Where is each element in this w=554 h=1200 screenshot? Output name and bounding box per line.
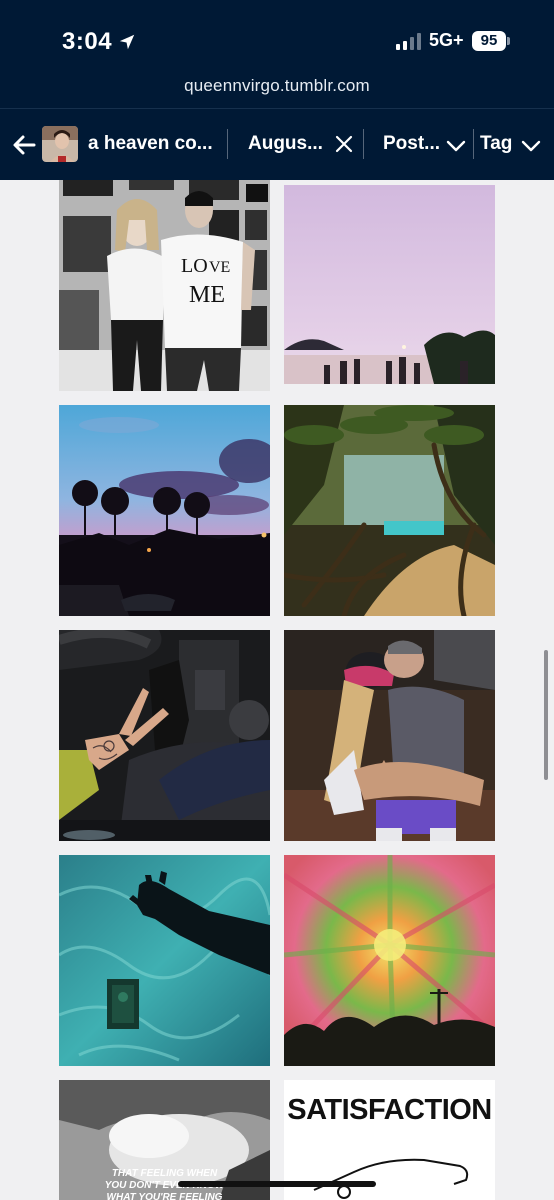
chevron-down-icon[interactable]	[446, 139, 466, 153]
post-grid: LO VE ME THAT FEELING WHEN YOU DON'T EVE…	[0, 180, 554, 1200]
svg-text:LO: LO	[181, 255, 208, 277]
clock: 3:04	[62, 28, 136, 56]
location-arrow-icon	[119, 34, 135, 50]
post-photo-moon-beach[interactable]	[284, 185, 495, 384]
blog-title-chip[interactable]: a heaven co...	[88, 133, 213, 155]
network-type: 5G+	[429, 30, 464, 50]
post-photo-hand-water[interactable]	[59, 855, 270, 1066]
svg-text:VE: VE	[209, 259, 230, 276]
meme-caption-line: WHAT YOU'RE FEELING	[106, 1192, 223, 1200]
post-photo-hand-peace-car[interactable]	[59, 630, 270, 841]
url-bar[interactable]: queennvirgo.tumblr.com	[0, 76, 554, 96]
post-photo-couple-kiss[interactable]	[284, 630, 495, 841]
blog-avatar[interactable]	[42, 126, 78, 162]
post-photo-jungle-path[interactable]	[284, 405, 495, 616]
close-icon[interactable]	[334, 134, 354, 154]
divider	[473, 129, 474, 159]
scrollbar-thumb[interactable]	[544, 650, 548, 780]
battery-tip	[507, 37, 510, 45]
post-photo-palm-sunset[interactable]	[59, 405, 270, 616]
meme-caption-line: THAT FEELING WHEN	[111, 1168, 218, 1179]
battery-icon: 95	[472, 31, 506, 51]
tag-filter-chip[interactable]: Tag	[480, 133, 512, 155]
cellular-signal-icon	[396, 32, 421, 50]
post-photo-tie-dye[interactable]	[284, 855, 495, 1066]
svg-text:ME: ME	[189, 282, 225, 308]
blog-filter-bar: a heaven co... Augus... Post... Tag	[0, 108, 554, 180]
back-arrow-icon[interactable]	[10, 131, 38, 159]
divider	[363, 129, 364, 159]
post-photo-couple-love-me[interactable]: LO VE ME	[59, 180, 270, 391]
chevron-down-icon[interactable]	[521, 139, 541, 153]
post-type-filter-chip[interactable]: Post...	[383, 133, 440, 155]
date-filter-chip[interactable]: Augus...	[248, 133, 323, 155]
divider	[227, 129, 228, 159]
status-bar: 3:04 5G+ 95 queennvirgo.tumblr.com	[0, 0, 554, 108]
home-indicator[interactable]	[178, 1181, 376, 1187]
